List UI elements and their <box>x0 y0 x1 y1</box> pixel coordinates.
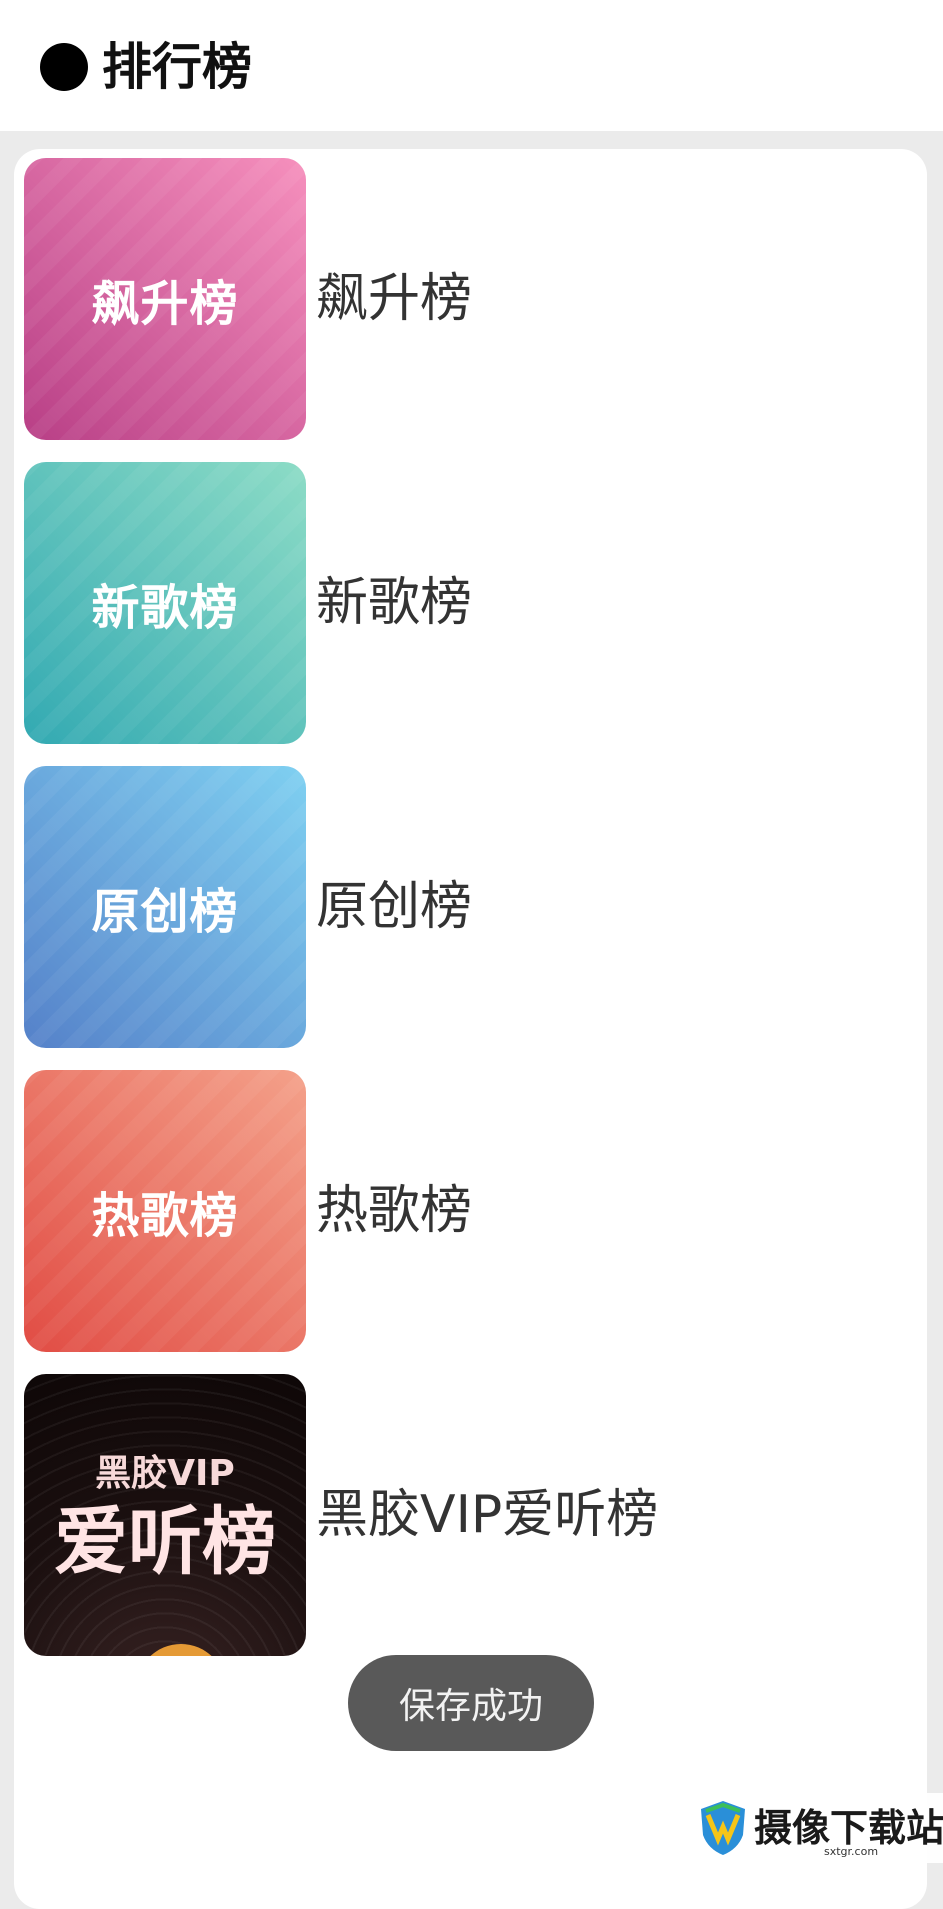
watermark-text: 摄像下载站 <box>754 1805 943 1850</box>
chart-item-new-songs[interactable]: 新歌榜 新歌榜 <box>24 462 924 744</box>
vinyl-disc-icon <box>136 1644 226 1656</box>
toast-message: 保存成功 <box>348 1655 594 1751</box>
watermark-url: sxtgr.com <box>824 1845 879 1858</box>
chart-item-hot-songs[interactable]: 热歌榜 热歌榜 <box>24 1070 924 1352</box>
chart-cover-label: 飙升榜 <box>91 276 239 332</box>
page-title: 排行榜 <box>102 38 252 96</box>
chart-item-soaring[interactable]: 飙升榜 飙升榜 <box>24 158 924 440</box>
chart-list: 飙升榜 飙升榜 新歌榜 新歌榜 原创榜 原创榜 热歌榜 热歌榜 黑胶VIP 爱听… <box>14 149 927 1909</box>
chart-cover-vip-favorites[interactable]: 黑胶VIP 爱听榜 <box>24 1374 306 1656</box>
chart-cover-soaring[interactable]: 飙升榜 <box>24 158 306 440</box>
chart-title-hot-songs[interactable]: 热歌榜 <box>316 1178 472 1244</box>
vip-cover-brand: 黑胶VIP <box>95 1453 235 1494</box>
header: 排行榜 <box>0 0 943 131</box>
chart-cover-label: 热歌榜 <box>91 1188 239 1244</box>
chart-item-original[interactable]: 原创榜 原创榜 <box>24 766 924 1048</box>
chart-title-new-songs[interactable]: 新歌榜 <box>316 570 472 636</box>
chart-cover-label: 新歌榜 <box>91 580 239 636</box>
shield-logo-icon <box>701 1801 745 1855</box>
chart-cover-label: 原创榜 <box>91 884 239 940</box>
chart-cover-original[interactable]: 原创榜 <box>24 766 306 1048</box>
site-watermark: 摄像下载站 sxtgr.com <box>694 1793 943 1863</box>
chart-title-vip-favorites[interactable]: 黑胶VIP爱听榜 <box>316 1482 658 1548</box>
chart-title-soaring[interactable]: 飙升榜 <box>316 266 472 332</box>
vip-cover-title: 爱听榜 <box>54 1499 276 1585</box>
chart-cover-hot-songs[interactable]: 热歌榜 <box>24 1070 306 1352</box>
chart-item-vip-favorites[interactable]: 黑胶VIP 爱听榜 黑胶VIP爱听榜 <box>24 1374 924 1656</box>
header-bullet-icon <box>40 43 88 91</box>
chart-title-original[interactable]: 原创榜 <box>316 874 472 940</box>
chart-cover-new-songs[interactable]: 新歌榜 <box>24 462 306 744</box>
